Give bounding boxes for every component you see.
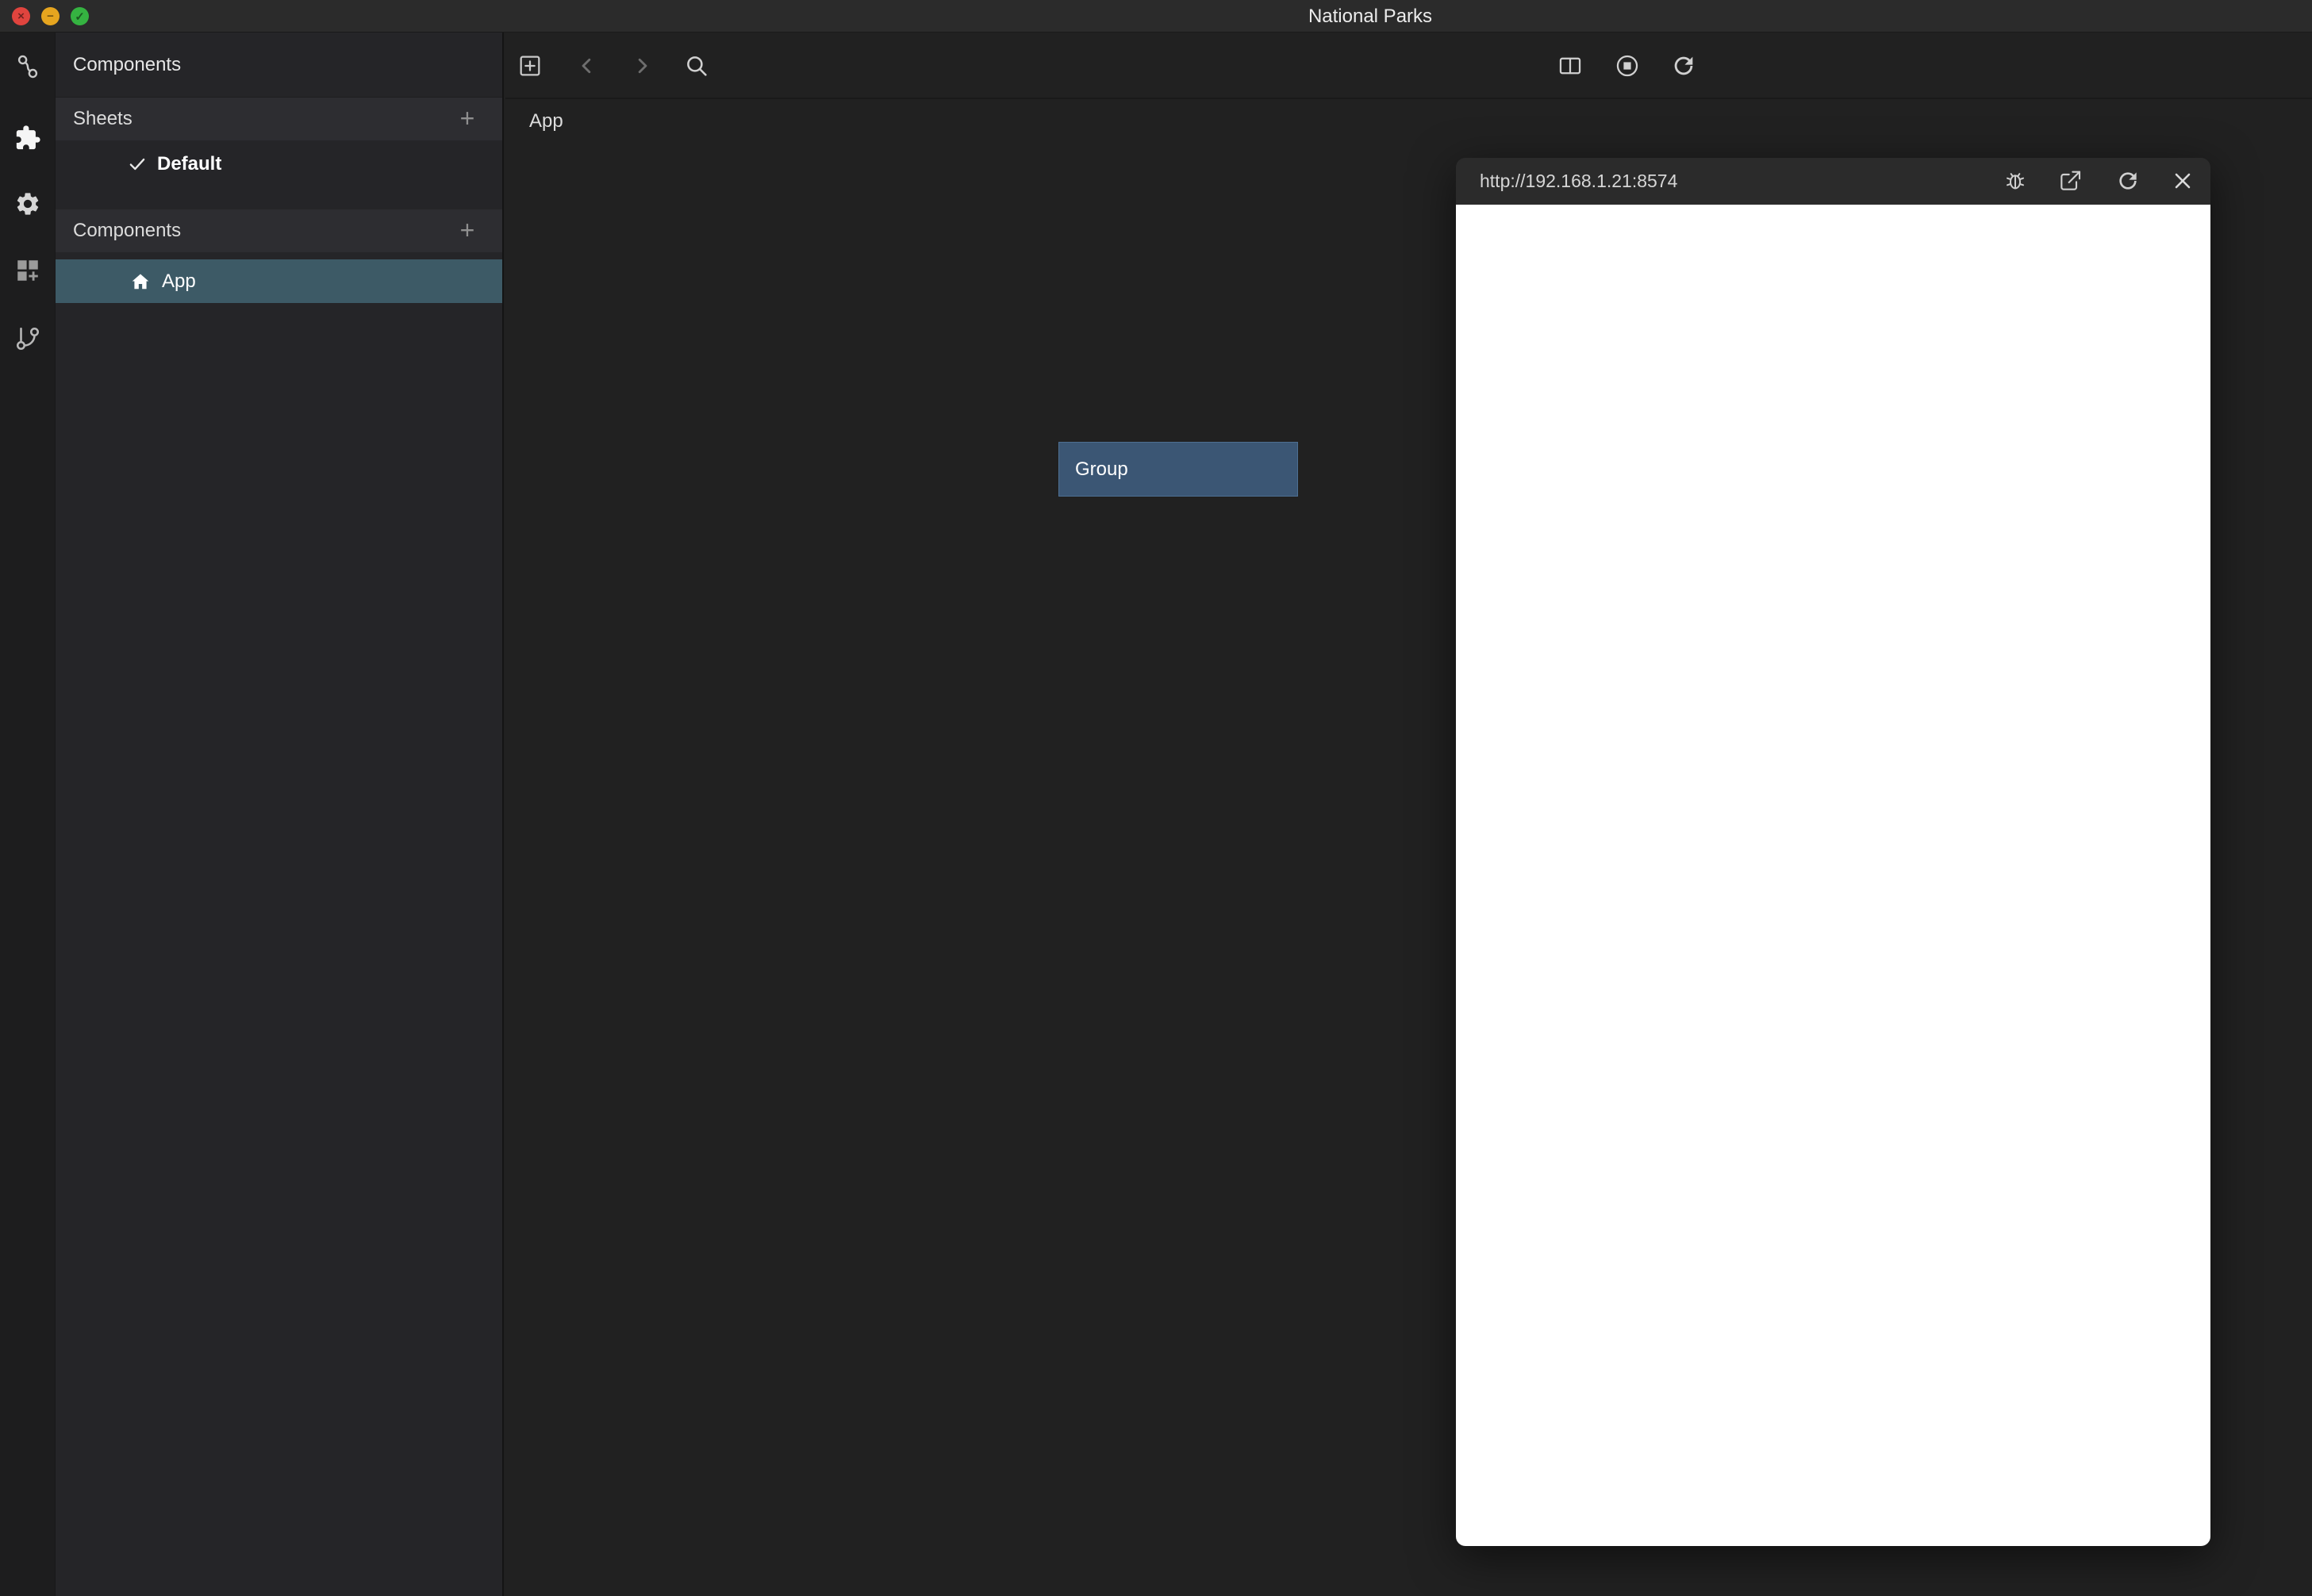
- app-window: × − ✓ National Parks: [0, 0, 2312, 1596]
- breadcrumb[interactable]: App: [529, 110, 563, 132]
- preview-content[interactable]: [1456, 205, 2210, 1546]
- component-item-app[interactable]: App: [56, 259, 502, 303]
- activity-bar: [0, 33, 56, 1596]
- preview-window: http://192.168.1.21:8574: [1456, 158, 2210, 1546]
- stop-icon[interactable]: [1614, 52, 1641, 79]
- open-external-icon[interactable]: [2057, 168, 2083, 194]
- sheet-item-default[interactable]: Default: [56, 142, 502, 186]
- canvas-area: App Group http://192.168.1.21:8574: [505, 33, 2312, 1596]
- add-sheet-button[interactable]: +: [453, 98, 482, 140]
- close-button[interactable]: ×: [12, 7, 30, 25]
- chevron-right-icon[interactable]: [628, 52, 655, 79]
- search-icon[interactable]: [683, 52, 710, 79]
- refresh-icon[interactable]: [1670, 52, 1697, 79]
- sheet-item-label: Default: [157, 153, 221, 175]
- node-graph-icon[interactable]: [14, 53, 41, 80]
- home-icon: [130, 271, 151, 292]
- settings-gear-icon[interactable]: [14, 190, 41, 217]
- preview-url: http://192.168.1.21:8574: [1480, 158, 1677, 205]
- preview-header[interactable]: http://192.168.1.21:8574: [1456, 158, 2210, 205]
- sidebar-header: Components: [56, 33, 502, 98]
- split-view-icon[interactable]: [1557, 52, 1584, 79]
- add-frame-icon[interactable]: [517, 52, 543, 79]
- canvas-toolbar: [505, 33, 2312, 99]
- sheets-section-label: Sheets: [73, 98, 132, 140]
- add-widget-icon[interactable]: [14, 257, 41, 284]
- group-label: Group: [1059, 443, 1297, 496]
- components-puzzle-icon[interactable]: [14, 125, 41, 152]
- minimize-button[interactable]: −: [41, 7, 60, 25]
- check-icon: [127, 154, 148, 175]
- canvas-group-element[interactable]: Group: [1058, 442, 1298, 497]
- chevron-left-icon[interactable]: [574, 52, 601, 79]
- add-component-button[interactable]: +: [453, 209, 482, 252]
- titlebar: × − ✓ National Parks: [0, 0, 2312, 33]
- sheets-section-header: Sheets +: [56, 98, 502, 140]
- components-section-label: Components: [73, 209, 181, 252]
- debug-icon[interactable]: [2003, 168, 2028, 194]
- window-title: National Parks: [1308, 0, 1432, 33]
- zoom-button[interactable]: ✓: [71, 7, 89, 25]
- components-section-header: Components +: [56, 209, 502, 252]
- close-icon[interactable]: [2170, 168, 2195, 194]
- sidebar-title-label: Components: [73, 33, 181, 98]
- git-branch-icon[interactable]: [14, 325, 41, 352]
- sidebar: Components Sheets + Default Components +: [56, 33, 504, 1596]
- component-item-label: App: [162, 270, 196, 293]
- reload-icon[interactable]: [2115, 168, 2141, 194]
